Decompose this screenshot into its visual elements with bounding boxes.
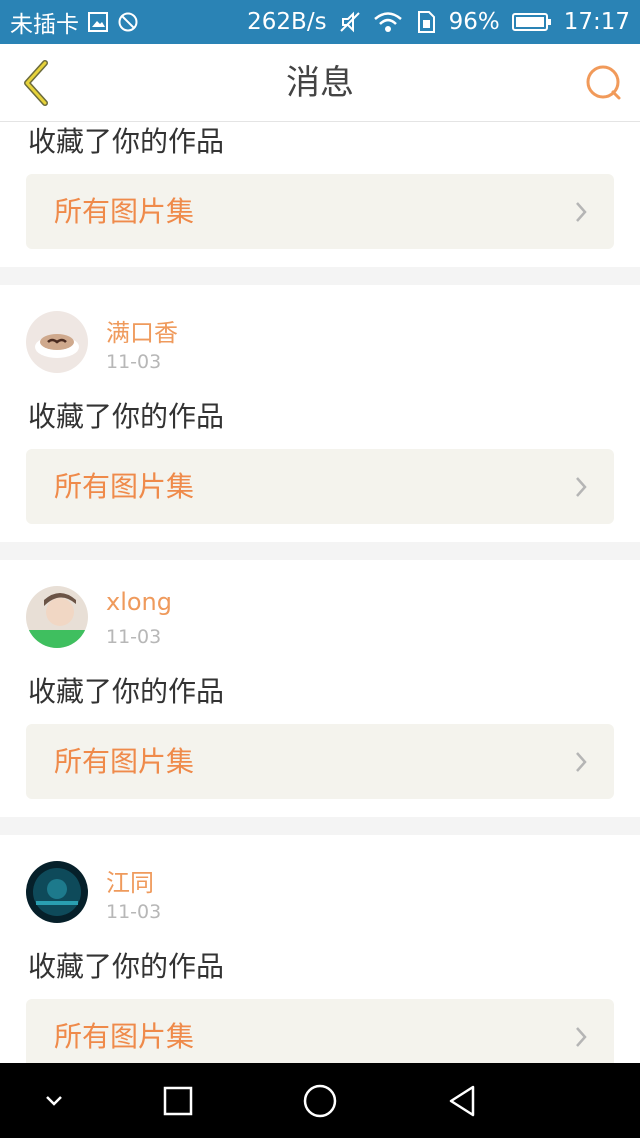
chevron-left-icon <box>24 60 48 106</box>
sim-icon <box>415 10 437 34</box>
username-text: xlong <box>106 588 172 616</box>
message-date: 11-03 <box>106 351 162 373</box>
back-icon <box>449 1085 475 1116</box>
home-button[interactable] <box>290 1063 350 1138</box>
chevron-right-icon <box>576 1027 587 1047</box>
username[interactable]: xlong <box>106 588 172 616</box>
blocked-icon <box>117 11 139 33</box>
screen: 未插卡 262B/s 96% 17:17 消息 收藏了你的作品 所有图片集 满口… <box>0 0 640 1138</box>
message-date: 11-03 <box>106 901 162 923</box>
back-button[interactable] <box>14 58 58 108</box>
page-title: 消息 <box>286 63 354 103</box>
home-icon <box>303 1084 337 1117</box>
search-button[interactable] <box>584 63 624 103</box>
collapse-icon <box>46 1095 62 1106</box>
status-right: 262B/s 96% 17:17 <box>247 9 640 35</box>
clock-time: 17:17 <box>563 9 630 35</box>
message-list[interactable]: 淅至 11-06 收藏了你的作品 所有图片集 <box>0 122 640 1063</box>
collection-link[interactable]: 所有图片集 <box>26 449 614 524</box>
chevron-right-icon <box>576 752 587 772</box>
wifi-icon <box>373 11 403 33</box>
collection-label: 所有图片集 <box>54 745 195 778</box>
battery-icon <box>511 12 552 32</box>
collection-label: 所有图片集 <box>54 1020 195 1053</box>
username-text: 满口香 <box>106 319 178 347</box>
battery-percent: 96% <box>448 9 500 35</box>
chevron-right-icon <box>576 477 587 497</box>
username-text: 江同 <box>106 869 154 897</box>
collection-link[interactable]: 所有图片集 <box>26 999 614 1063</box>
status-bar: 未插卡 262B/s 96% 17:17 <box>0 0 640 44</box>
collection-label: 所有图片集 <box>54 195 195 228</box>
message-card: 满口香 11-03 收藏了你的作品 所有图片集 <box>0 285 640 542</box>
mute-icon <box>339 10 361 34</box>
collapse-button[interactable] <box>24 1063 84 1138</box>
back-nav-button[interactable] <box>432 1063 492 1138</box>
collection-link[interactable]: 所有图片集 <box>26 724 614 799</box>
header: 消息 <box>0 44 640 122</box>
message-feed: 淅至 11-06 收藏了你的作品 所有图片集 <box>0 122 640 1063</box>
avatar[interactable] <box>26 586 88 648</box>
avatar[interactable] <box>26 861 88 923</box>
message-card: 江同 11-03 收藏了你的作品 所有图片集 <box>0 835 640 1063</box>
recents-button[interactable] <box>148 1063 208 1138</box>
avatar[interactable] <box>26 311 88 373</box>
network-speed: 262B/s <box>247 9 327 35</box>
chevron-right-icon <box>576 202 587 222</box>
carrier-text: 未插卡 <box>10 12 79 38</box>
username[interactable]: 江同 <box>106 863 154 898</box>
username[interactable]: 满口香 <box>106 313 178 348</box>
message-card: xlong 11-03 收藏了你的作品 所有图片集 <box>0 560 640 817</box>
collection-link[interactable]: 所有图片集 <box>26 174 614 249</box>
recents-icon <box>163 1086 193 1115</box>
message-date: 11-03 <box>106 626 162 648</box>
message-text: 收藏了你的作品 <box>28 675 225 708</box>
message-text: 收藏了你的作品 <box>28 400 225 433</box>
search-icon <box>586 65 621 100</box>
navigation-bar <box>0 1063 640 1138</box>
collection-label: 所有图片集 <box>54 470 195 503</box>
image-icon <box>87 11 109 33</box>
status-left: 未插卡 <box>0 5 139 39</box>
message-card: 淅至 11-06 收藏了你的作品 所有图片集 <box>0 122 640 267</box>
message-text: 收藏了你的作品 <box>28 950 225 983</box>
message-text: 收藏了你的作品 <box>28 125 225 158</box>
